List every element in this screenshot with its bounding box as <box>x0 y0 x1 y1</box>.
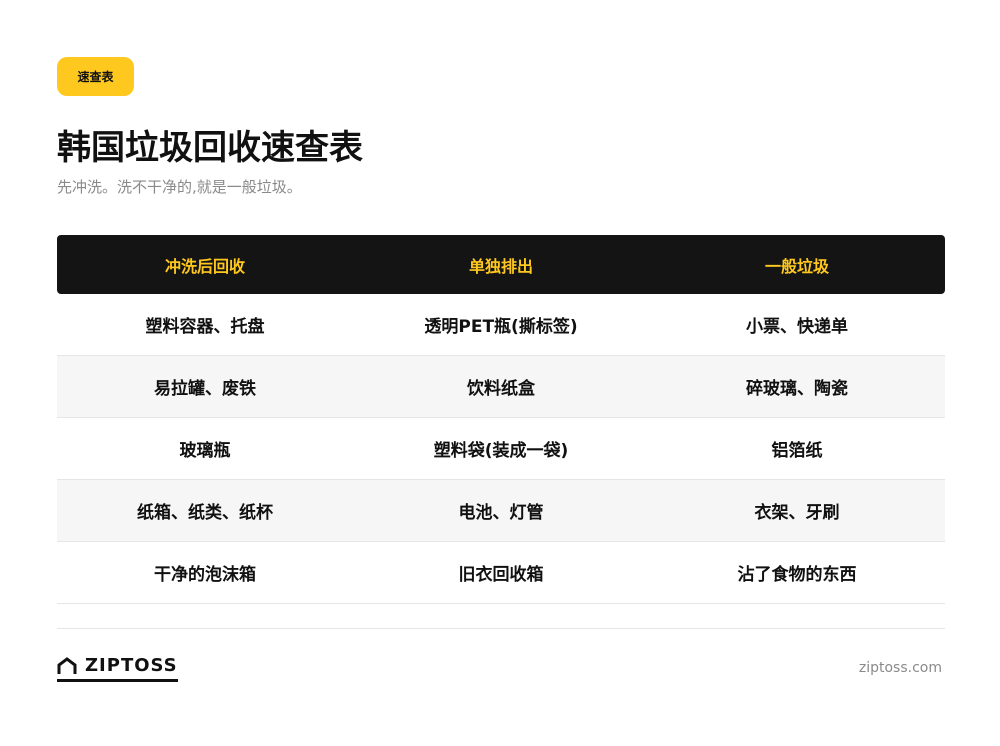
table-cell: 碎玻璃、陶瓷 <box>746 379 848 399</box>
table-cell: 玻璃瓶 <box>179 441 231 461</box>
table-cell: 旧衣回收箱 <box>458 565 544 585</box>
table-header: 冲洗后回收 单独排出 一般垃圾 <box>57 235 945 294</box>
header-rinse-recycle: 冲洗后回收 <box>164 256 245 276</box>
page-title: 韩国垃圾回收速查表 <box>57 128 363 168</box>
table-row: 纸箱、纸类、纸杯 电池、灯管 衣架、牙刷 <box>57 480 945 542</box>
table-row: 易拉罐、废铁 饮料纸盒 碎玻璃、陶瓷 <box>57 356 945 418</box>
table-cell: 塑料容器、托盘 <box>145 317 265 337</box>
table-row: 塑料容器、托盘 透明PET瓶(撕标签) 小票、快递单 <box>57 294 945 356</box>
house-icon <box>57 657 77 674</box>
table-cell: 小票、快递单 <box>746 317 848 337</box>
table-cell: 干净的泡沫箱 <box>154 565 256 585</box>
footer-divider <box>57 628 945 629</box>
recycling-table: 冲洗后回收 单独排出 一般垃圾 塑料容器、托盘 透明PET瓶(撕标签) 小票、快… <box>57 235 945 604</box>
page-subtitle: 先冲洗。洗不干净的,就是一般垃圾。 <box>57 178 302 196</box>
table-cell: 透明PET瓶(撕标签) <box>424 317 578 337</box>
table-row: 玻璃瓶 塑料袋(装成一袋) 铝箔纸 <box>57 418 945 480</box>
table-cell: 饮料纸盒 <box>467 379 535 399</box>
header-general-waste: 一般垃圾 <box>764 256 829 276</box>
table-cell: 易拉罐、废铁 <box>154 379 256 399</box>
table-cell: 铝箔纸 <box>771 441 823 461</box>
table-row: 干净的泡沫箱 旧衣回收箱 沾了食物的东西 <box>57 542 945 604</box>
header-separate-disposal: 单独排出 <box>468 256 533 276</box>
cheat-sheet-badge: 速查表 <box>57 57 134 96</box>
table-cell: 电池、灯管 <box>458 503 544 523</box>
table-cell: 塑料袋(装成一袋) <box>433 441 569 461</box>
table-cell: 衣架、牙刷 <box>754 503 840 523</box>
table-cell: 纸箱、纸类、纸杯 <box>137 503 273 523</box>
table-cell: 沾了食物的东西 <box>737 565 857 585</box>
site-url: ziptoss.com <box>858 660 942 676</box>
logo-wordmark: ZIPTOSS <box>85 655 178 676</box>
ziptoss-logo: ZIPTOSS <box>57 654 178 682</box>
